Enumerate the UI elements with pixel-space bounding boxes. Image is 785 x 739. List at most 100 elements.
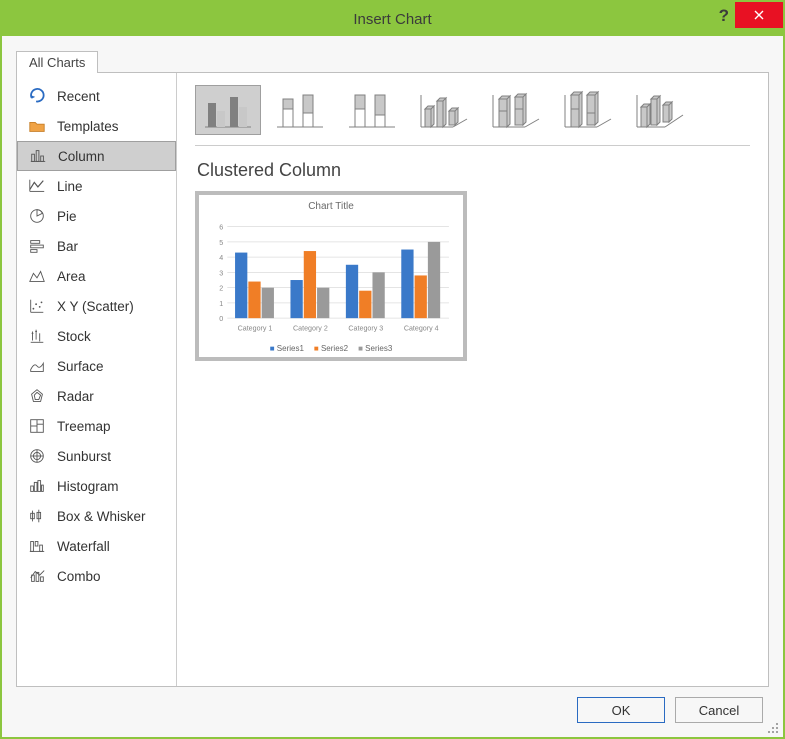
chart-category-sidebar: Recent Templates Column [17,73,177,686]
sidebar-item-label: Bar [57,239,78,254]
area-icon [27,267,47,285]
insert-chart-dialog: Insert Chart ? All Charts Recent [0,0,785,739]
sidebar-item-column[interactable]: Column [17,141,176,171]
sidebar-item-label: Surface [57,359,104,374]
sidebar-item-label: Line [57,179,83,194]
sidebar-item-label: Combo [57,569,101,584]
histogram-icon [27,477,47,495]
preview-legend: Series1 Series2 Series3 [270,344,393,353]
svg-text:5: 5 [219,239,223,247]
subtype-3d-100-stacked-column[interactable] [555,85,621,135]
sidebar-item-line[interactable]: Line [17,171,176,201]
clustered-column-icon [201,89,255,131]
sidebar-item-recent[interactable]: Recent [17,81,176,111]
titlebar: Insert Chart ? [2,2,783,36]
close-icon [754,10,764,20]
sidebar-item-label: Box & Whisker [57,509,146,524]
cancel-button[interactable]: Cancel [675,697,763,723]
help-icon[interactable]: ? [719,6,729,26]
sidebar-item-label: Waterfall [57,539,110,554]
tab-panel: Recent Templates Column [16,72,769,687]
sidebar-item-label: Recent [57,89,100,104]
templates-icon [27,117,47,135]
svg-text:Category 3: Category 3 [348,324,383,332]
stock-icon [27,327,47,345]
sidebar-item-waterfall[interactable]: Waterfall [17,531,176,561]
subtype-clustered-column[interactable] [195,85,261,135]
svg-text:Category 2: Category 2 [293,324,328,332]
sidebar-item-templates[interactable]: Templates [17,111,176,141]
subtype-3d-column[interactable] [627,85,693,135]
sidebar-item-label: Area [57,269,86,284]
svg-text:2: 2 [219,285,223,293]
column-icon [28,147,48,165]
subtype-3d-clustered-column[interactable] [411,85,477,135]
stacked-column-icon [273,89,327,131]
sidebar-item-label: Radar [57,389,94,404]
sidebar-item-label: Stock [57,329,91,344]
box-whisker-icon [27,507,47,525]
scatter-icon [27,297,47,315]
treemap-icon [27,417,47,435]
sidebar-item-pie[interactable]: Pie [17,201,176,231]
sidebar-item-combo[interactable]: Combo [17,561,176,591]
sidebar-item-label: Histogram [57,479,119,494]
stacked-column-3d-icon [489,89,543,131]
close-button[interactable] [735,2,783,28]
svg-text:0: 0 [219,315,223,323]
combo-icon [27,567,47,585]
chart-preview[interactable]: Chart Title 0 1 2 3 4 5 6 Category 1 Category 2 C… [195,191,467,361]
svg-text:3: 3 [219,269,223,277]
legend-series3: Series3 [358,344,392,353]
percent-stacked-column-3d-icon [561,89,615,131]
sidebar-item-surface[interactable]: Surface [17,351,176,381]
svg-text:1: 1 [219,300,223,308]
sidebar-item-area[interactable]: Area [17,261,176,291]
sidebar-item-label: Column [58,149,105,164]
tab-strip: All Charts [16,48,769,72]
subtype-100-stacked-column[interactable] [339,85,405,135]
resize-grip[interactable] [767,721,779,733]
sunburst-icon [27,447,47,465]
sidebar-item-label: Sunburst [57,449,111,464]
svg-text:Category 1: Category 1 [238,324,273,332]
sidebar-item-bar[interactable]: Bar [17,231,176,261]
sidebar-item-radar[interactable]: Radar [17,381,176,411]
legend-series2: Series2 [314,344,348,353]
sidebar-item-label: Templates [57,119,119,134]
sidebar-item-label: X Y (Scatter) [57,299,134,314]
sidebar-item-treemap[interactable]: Treemap [17,411,176,441]
tab-all-charts[interactable]: All Charts [16,51,98,73]
sidebar-item-box-whisker[interactable]: Box & Whisker [17,501,176,531]
svg-text:6: 6 [219,224,223,232]
dialog-footer: OK Cancel [16,687,769,723]
surface-icon [27,357,47,375]
column-3d-icon [633,89,687,131]
sidebar-item-label: Treemap [57,419,111,434]
clustered-column-3d-icon [417,89,471,131]
bar-icon [27,237,47,255]
preview-title: Chart Title [308,201,354,212]
sidebar-item-label: Pie [57,209,77,224]
radar-icon [27,387,47,405]
sidebar-item-stock[interactable]: Stock [17,321,176,351]
sidebar-item-histogram[interactable]: Histogram [17,471,176,501]
ok-button[interactable]: OK [577,697,665,723]
percent-stacked-column-icon [345,89,399,131]
preview-plot: 0 1 2 3 4 5 6 Category 1 Category 2 Category 3 Cat… [209,216,453,341]
svg-text:Category 4: Category 4 [404,324,439,332]
line-icon [27,177,47,195]
recent-icon [27,87,47,105]
column-subtype-row [195,85,750,146]
svg-text:4: 4 [219,254,223,262]
pie-icon [27,207,47,225]
subtype-3d-stacked-column[interactable] [483,85,549,135]
sidebar-item-sunburst[interactable]: Sunburst [17,441,176,471]
dialog-body: All Charts Recent Templates [2,36,783,737]
legend-series1: Series1 [270,344,304,353]
chart-subtype-heading: Clustered Column [197,160,750,181]
subtype-stacked-column[interactable] [267,85,333,135]
waterfall-icon [27,537,47,555]
chart-details-panel: Clustered Column Chart Title 0 1 2 3 4 5 6 Cate… [177,73,768,686]
sidebar-item-scatter[interactable]: X Y (Scatter) [17,291,176,321]
